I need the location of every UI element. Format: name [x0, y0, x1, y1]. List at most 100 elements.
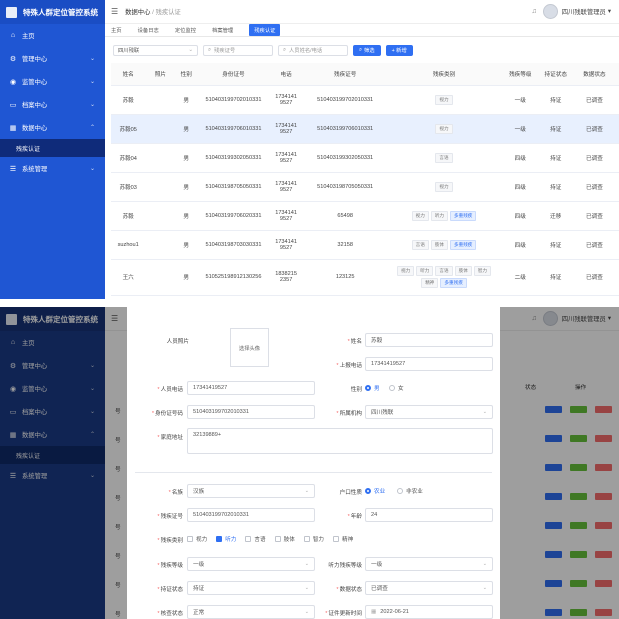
- column-header: 照片: [145, 63, 176, 86]
- cell-status: 已调查: [570, 230, 619, 260]
- avatar[interactable]: [542, 4, 558, 19]
- filter-button[interactable]: ⌕ 筛选: [353, 44, 381, 56]
- cell-cert: 123125: [302, 259, 389, 296]
- calendar-icon: ▦: [371, 609, 377, 615]
- cert-search-input[interactable]: ⌕ 残疾证号: [203, 44, 273, 56]
- table-row[interactable]: 苏毅男 510403199702010331 1734141 9527 51040319…: [111, 85, 619, 115]
- chevron-down-icon: ⌄: [188, 47, 193, 53]
- cell-phone: 1734141 9527: [269, 85, 303, 115]
- cell-hold: 持证: [540, 143, 571, 173]
- cell-photo: [145, 201, 176, 231]
- hearing-level-select[interactable]: 一级 ⌄: [365, 557, 493, 571]
- name-label: *姓名: [347, 339, 362, 345]
- cell-hold: 持证: [540, 172, 571, 202]
- bell-icon[interactable]: ♫: [532, 8, 537, 15]
- tab-location-monitor[interactable]: 定位监控: [175, 26, 206, 34]
- sidebar-item-supervision[interactable]: ◉ 监管中心 ⌄: [0, 70, 105, 93]
- column-header: 持证状态: [540, 63, 571, 86]
- folder-icon: ▭: [9, 101, 17, 109]
- table-row[interactable]: 苏毅男 510403199706020331 1734141 9527 65498 视力听…: [111, 201, 619, 231]
- checkbox-checked-icon: [216, 536, 223, 542]
- data-status-select[interactable]: 已调查 ⌄: [365, 581, 493, 595]
- cell-hold: 持证: [540, 230, 571, 260]
- chevron-down-icon: ⌄: [89, 102, 95, 108]
- org-select[interactable]: 四川残联 ⌄: [365, 405, 493, 419]
- report-phone-field[interactable]: 17341419527: [365, 357, 493, 371]
- nation-select[interactable]: 汉族 ⌄: [187, 484, 315, 498]
- phone-part: 9527: [279, 215, 293, 222]
- phone-field[interactable]: 17341419527: [187, 381, 315, 395]
- category-checkbox[interactable]: 肢体: [274, 535, 295, 543]
- category-checkbox[interactable]: 视力: [187, 535, 207, 543]
- checkbox-icon: [274, 536, 281, 542]
- hold-select[interactable]: 持证 ⌄: [187, 581, 315, 595]
- screenshot-separator: [0, 299, 619, 307]
- age-field[interactable]: 24: [365, 508, 493, 522]
- add-button[interactable]: + 新增: [385, 44, 413, 56]
- gender-male-radio[interactable]: 男: [365, 384, 380, 392]
- sidebar-item-home[interactable]: ⌂ 主页: [0, 24, 105, 47]
- sidebar-menu: ⌂ 主页 ⚙ 管理中心 ⌄ ◉ 监管中心 ⌄ ▭ 档案中心 ⌄ ▦ 数据中心 ⌃ 残疾认证 ☰ 系统…: [0, 24, 105, 180]
- tab-home[interactable]: 主页: [111, 26, 132, 34]
- table-row[interactable]: 苏毅04 男 510403199302050331 1734141 9527 510403…: [111, 143, 619, 173]
- cell-photo: [145, 230, 176, 260]
- column-header: 性别: [175, 63, 197, 86]
- phone-part: 2357: [279, 277, 293, 283]
- table-row[interactable]: 苏毅03 男 510403198705050331 1734141 9527 510403…: [111, 172, 619, 202]
- category-checkbox[interactable]: 听力: [216, 535, 236, 543]
- user-area[interactable]: ♫ 四川残联管理员 ▾: [532, 4, 619, 19]
- table-row[interactable]: suzhou1 男 510403198703030331 1734141 9527 321…: [111, 230, 619, 260]
- avatar-upload[interactable]: 选择头像: [230, 328, 269, 367]
- tab-disability-cert[interactable]: 残疾认证: [249, 24, 281, 36]
- sidebar-item-disability-cert[interactable]: 残疾认证: [0, 139, 105, 157]
- check-select[interactable]: 正常 ⌄: [187, 605, 315, 619]
- cell-idcard: 510403198703030331: [196, 230, 270, 260]
- cell-name: suzhou1: [111, 230, 146, 260]
- breadcrumb: 数据中心 / 残疾认证: [125, 9, 181, 16]
- cell-name: 苏毅: [111, 201, 146, 231]
- cell-name: 苏毅: [111, 85, 146, 115]
- nation-label: *名族: [168, 490, 183, 496]
- sidebar-item-management[interactable]: ⚙ 管理中心 ⌄: [0, 47, 105, 70]
- checkbox-label: 听力: [225, 537, 237, 543]
- name-search-input[interactable]: ⌕ 人员姓名/电话: [278, 44, 348, 56]
- level-select[interactable]: 一级 ⌄: [187, 557, 315, 571]
- cell-photo: [145, 259, 176, 296]
- cell-category: 视力: [388, 114, 500, 144]
- category-checkbox[interactable]: 精神: [333, 535, 353, 543]
- collapse-menu-icon[interactable]: ☰: [111, 7, 118, 16]
- cell-hold: 迁移: [540, 201, 571, 231]
- idcard-field[interactable]: 510403199702010331: [187, 405, 315, 419]
- cell-status: 已调查: [570, 259, 619, 296]
- tab-device-log[interactable]: 设备日志: [138, 26, 169, 34]
- hukou-farm-radio[interactable]: 农业: [365, 487, 385, 495]
- org-select[interactable]: 四川残联 ⌄: [113, 44, 198, 56]
- hukou-nonfarm-radio[interactable]: 非农业: [397, 487, 423, 495]
- cert-field[interactable]: 510403199702010331: [187, 508, 315, 522]
- sidebar-item-data[interactable]: ▦ 数据中心 ⌃: [0, 116, 105, 139]
- cell-name: 苏毅03: [111, 172, 146, 202]
- radio-icon: [397, 488, 403, 494]
- table-row[interactable]: 王六男 510525198912130256 1838215 2357 123125 视力…: [111, 259, 619, 296]
- update-time-picker[interactable]: ▦ 2022-06-21: [365, 605, 493, 619]
- address-textarea[interactable]: 32139889+: [187, 428, 493, 454]
- cell-status: 已调查: [570, 172, 619, 202]
- app-title: 特殊人群定位管控系统: [23, 7, 98, 17]
- checkbox-icon: [333, 536, 340, 542]
- category-checkbox[interactable]: 言语: [245, 535, 266, 543]
- category-checkbox[interactable]: 智力: [303, 535, 324, 543]
- caret-down-icon[interactable]: ▾: [608, 8, 611, 15]
- table-row[interactable]: 苏毅05 男 510403199706010331 1734141 9527 510403…: [111, 114, 619, 144]
- name-field[interactable]: 苏毅: [365, 333, 493, 347]
- tab-archive[interactable]: 档案管理: [212, 26, 243, 34]
- cell-level: 四级: [499, 143, 541, 173]
- cell-gender: 男: [175, 172, 197, 202]
- category-tag: 视力: [435, 123, 453, 134]
- sidebar-item-archive[interactable]: ▭ 档案中心 ⌄: [0, 93, 105, 116]
- checkbox-icon: [187, 536, 193, 542]
- sidebar-item-system[interactable]: ☰ 系统管理 ⌄: [0, 157, 105, 180]
- category-tag: 言语: [411, 239, 429, 250]
- user-name[interactable]: 四川残联管理员: [562, 7, 606, 16]
- gender-female-radio[interactable]: 女: [389, 384, 404, 392]
- cell-cert: 65498: [302, 201, 389, 231]
